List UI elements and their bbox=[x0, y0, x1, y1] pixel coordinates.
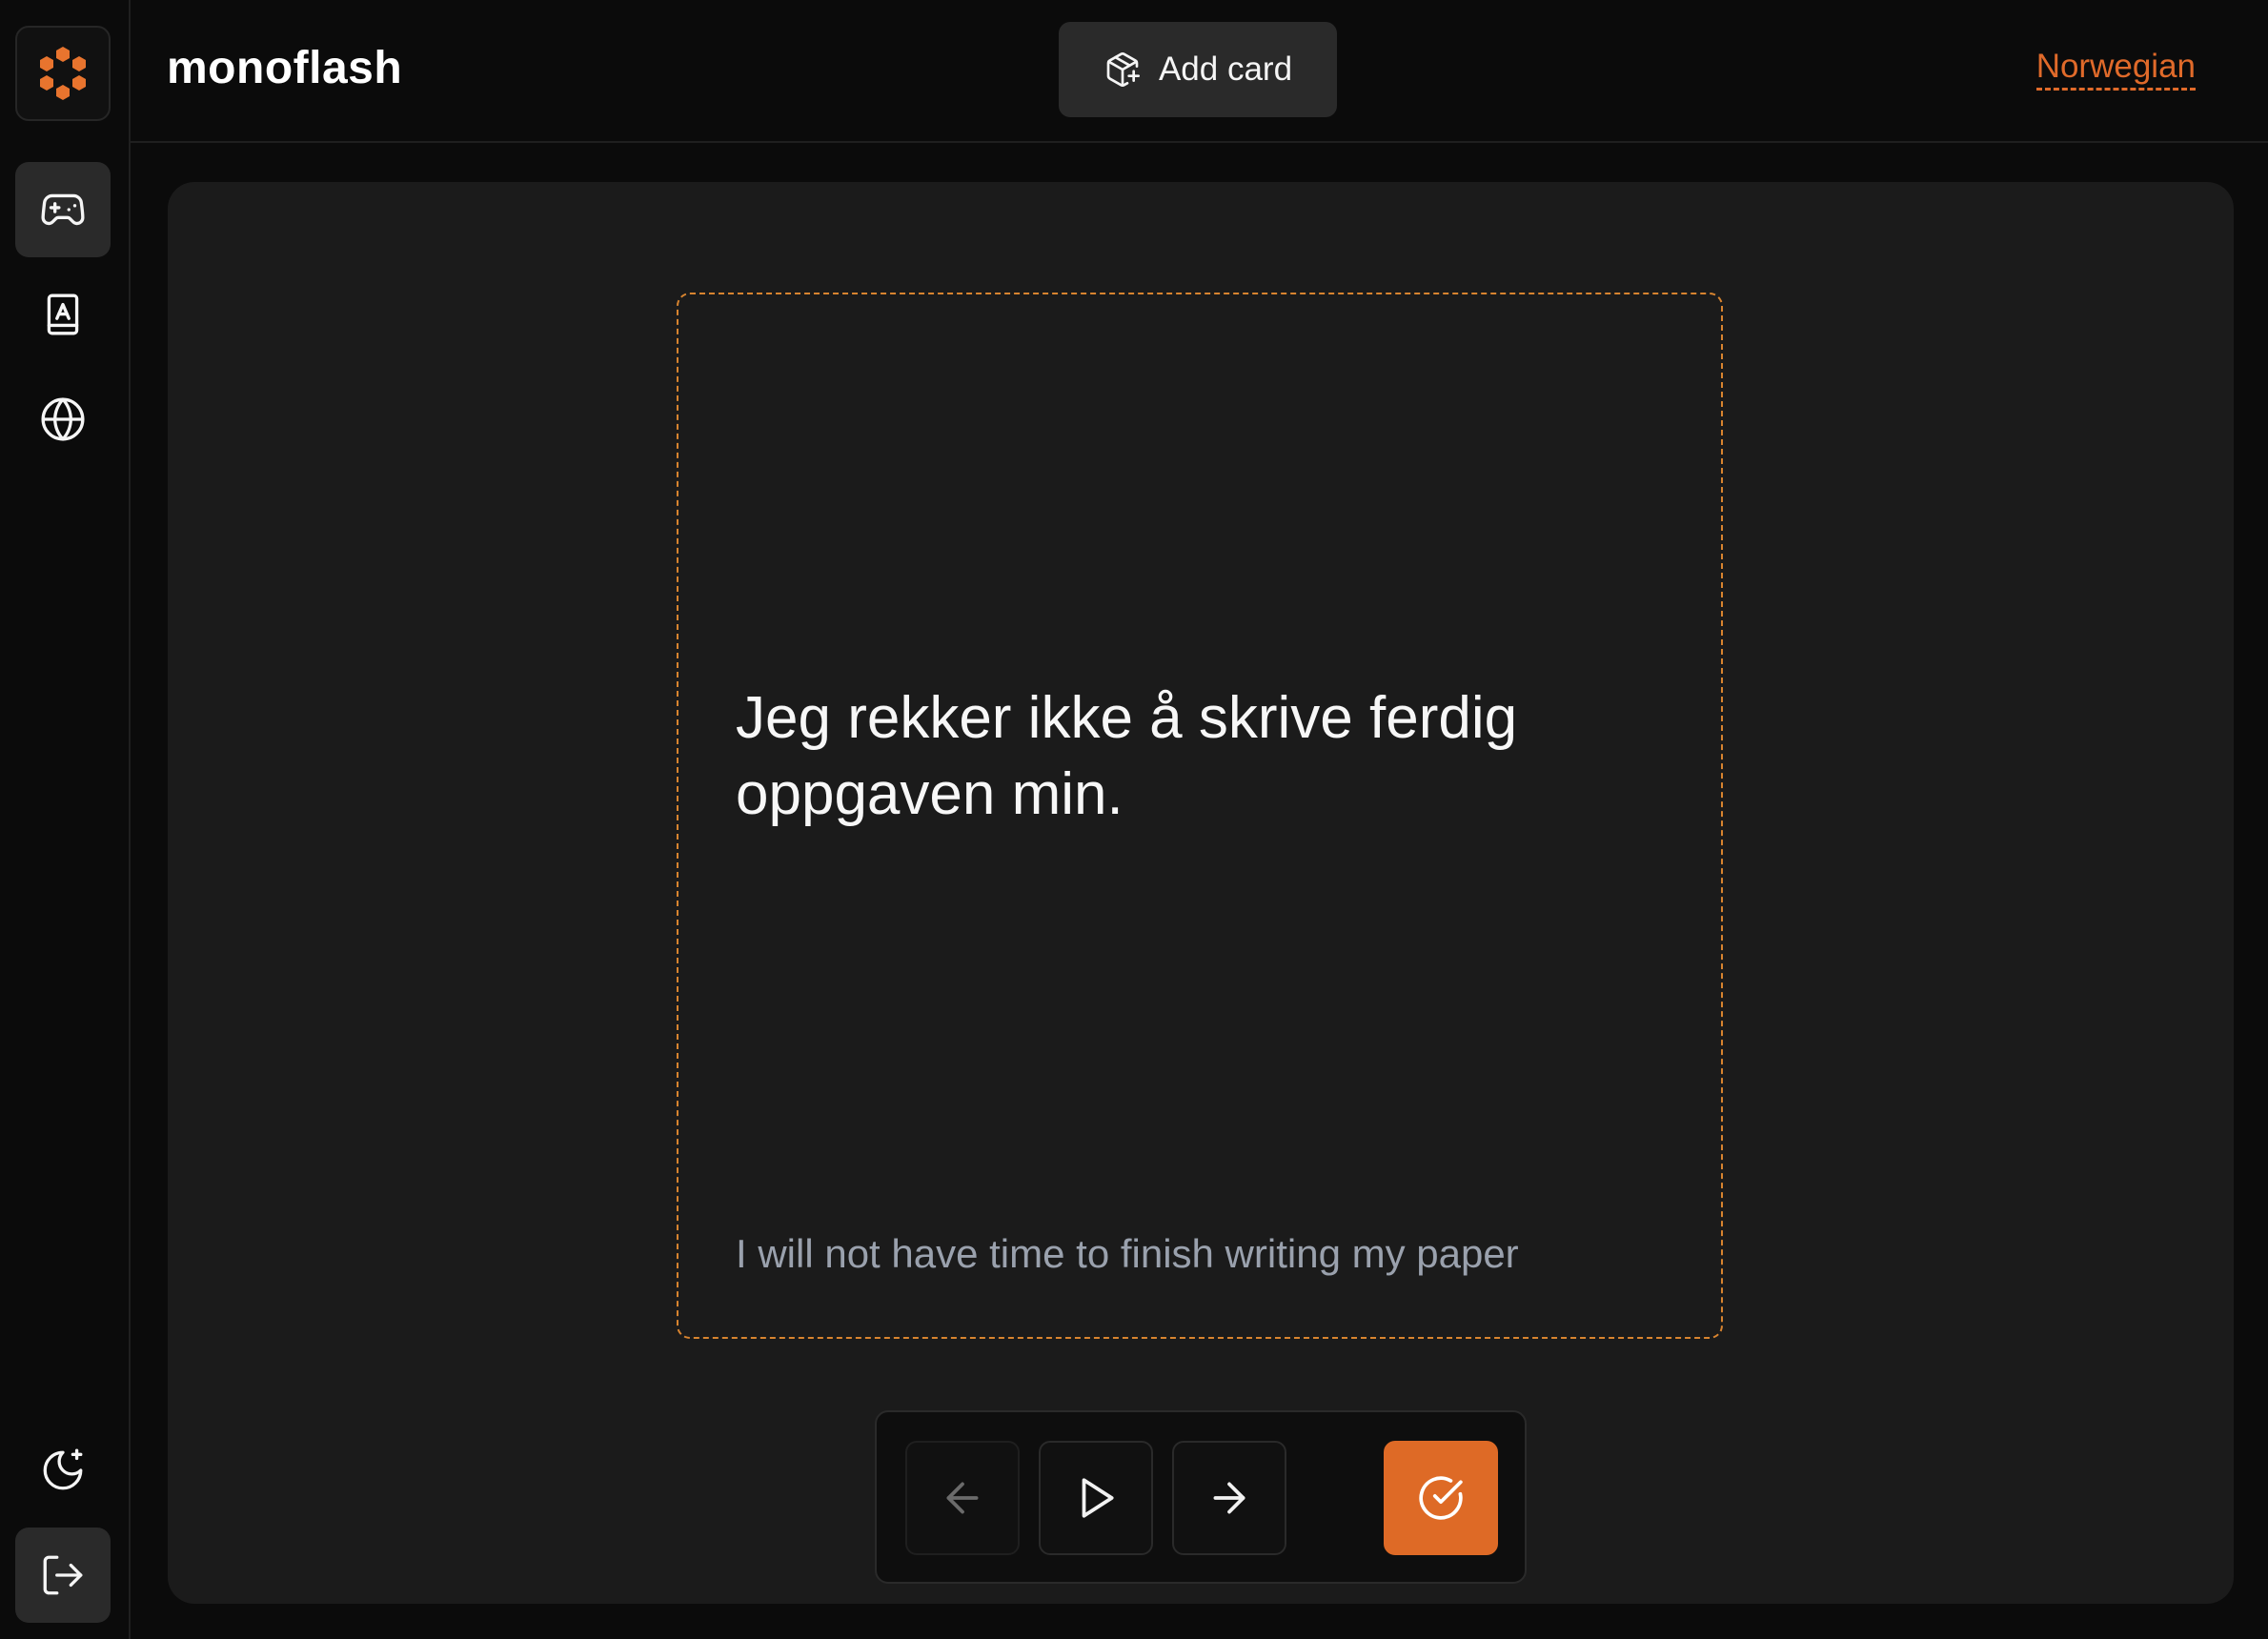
flashcard[interactable]: Jeg rekker ikke å skrive ferdig oppgaven… bbox=[677, 293, 1723, 1339]
language-selector[interactable]: Norwegian bbox=[2035, 48, 2196, 91]
previous-card-button[interactable] bbox=[905, 1441, 1020, 1555]
card-front-text: Jeg rekker ikke å skrive ferdig oppgaven… bbox=[736, 685, 1518, 827]
sidebar-item-play[interactable] bbox=[15, 162, 111, 257]
next-card-button[interactable] bbox=[1172, 1441, 1286, 1555]
card-controls bbox=[875, 1410, 1527, 1584]
sidebar-item-languages[interactable] bbox=[15, 372, 111, 467]
top-header: monoflash Add card Norwegian bbox=[131, 0, 2268, 143]
theme-toggle-button[interactable] bbox=[15, 1423, 111, 1518]
play-icon bbox=[1082, 1478, 1114, 1518]
app-logo[interactable] bbox=[15, 26, 111, 121]
add-card-button[interactable]: Add card bbox=[1059, 22, 1337, 117]
sidebar bbox=[0, 0, 131, 1639]
logout-button[interactable] bbox=[15, 1528, 111, 1623]
package-plus-icon bbox=[1106, 52, 1140, 87]
gamepad-icon bbox=[41, 193, 85, 226]
app-root: monoflash Add card Norwegian Jeg rekker … bbox=[0, 0, 2268, 1639]
main-panel: Jeg rekker ikke å skrive ferdig oppgaven… bbox=[168, 182, 2234, 1604]
card-translation-text: I will not have time to finish writing m… bbox=[736, 1231, 1519, 1276]
arrow-right-icon bbox=[1213, 1482, 1245, 1514]
sidebar-item-dictionary[interactable] bbox=[15, 267, 111, 362]
globe-icon bbox=[41, 397, 85, 441]
log-out-icon bbox=[43, 1555, 83, 1595]
play-audio-button[interactable] bbox=[1039, 1441, 1153, 1555]
add-card-label: Add card bbox=[1158, 51, 1293, 88]
moon-star-icon bbox=[43, 1448, 83, 1490]
app-title: monoflash bbox=[167, 43, 403, 93]
book-a-icon bbox=[47, 293, 79, 335]
check-circle-icon bbox=[1419, 1476, 1463, 1520]
hexagon-cluster-logo-icon bbox=[40, 47, 86, 100]
mark-learned-button[interactable] bbox=[1384, 1441, 1498, 1555]
arrow-left-icon bbox=[946, 1482, 979, 1514]
